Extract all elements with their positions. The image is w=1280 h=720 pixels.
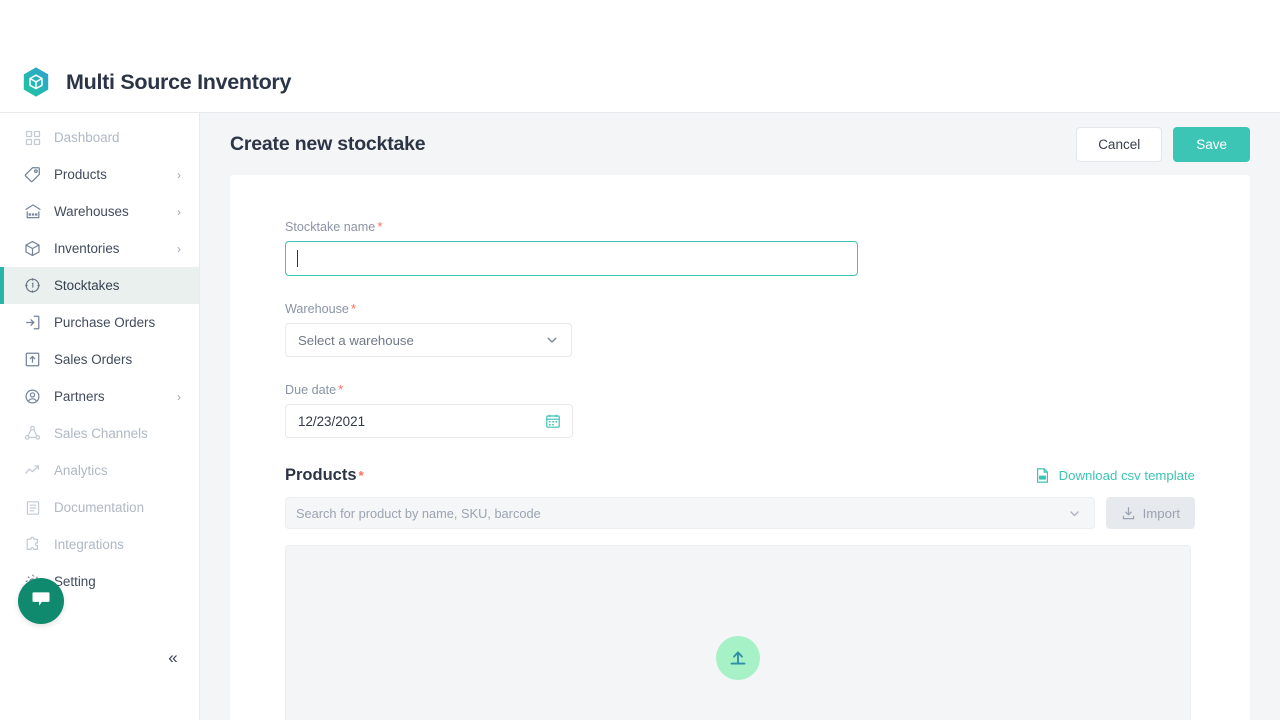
chevron-right-icon: ›: [177, 167, 181, 182]
products-section-header: Products * Download csv template: [285, 466, 1195, 485]
warehouse-select[interactable]: Select a warehouse: [285, 323, 572, 357]
page-header: Create new stocktake Cancel Save: [200, 113, 1280, 175]
save-button[interactable]: Save: [1173, 126, 1250, 162]
required-asterisk: *: [377, 219, 383, 234]
sidebar-item-documentation[interactable]: Documentation: [0, 489, 199, 526]
page-title: Create new stocktake: [230, 132, 426, 155]
document-icon: [23, 498, 42, 517]
download-csv-template-link[interactable]: Download csv template: [1034, 467, 1195, 484]
sidebar-collapse-button[interactable]: «: [159, 644, 187, 672]
warehouse-label: Warehouse *: [285, 301, 356, 316]
stocktake-icon: [23, 276, 42, 295]
form-card: Stocktake name * Warehouse * Select a ware…: [230, 175, 1250, 720]
chevron-right-icon: ›: [177, 389, 181, 404]
sidebar-item-label: Inventories: [54, 241, 120, 256]
sidebar: Dashboard Products › Warehouses › Invent…: [0, 113, 200, 720]
stocktake-name-field: Stocktake name *: [285, 219, 1195, 276]
upload-circle-icon: [716, 636, 760, 680]
sidebar-item-label: Stocktakes: [54, 278, 120, 293]
sidebar-item-partners[interactable]: Partners ›: [0, 378, 199, 415]
sidebar-item-analytics[interactable]: Analytics: [0, 452, 199, 489]
sidebar-nav: Dashboard Products › Warehouses › Invent…: [0, 113, 199, 600]
sidebar-item-label: Purchase Orders: [54, 315, 156, 330]
puzzle-icon: [23, 535, 42, 554]
product-search-input[interactable]: Search for product by name, SKU, barcode: [285, 497, 1095, 529]
import-upload-icon: [1121, 506, 1136, 521]
cancel-button[interactable]: Cancel: [1076, 126, 1163, 162]
product-dropzone[interactable]: [285, 545, 1191, 720]
stocktake-name-label: Stocktake name *: [285, 219, 383, 234]
user-circle-icon: [23, 387, 42, 406]
sidebar-item-products[interactable]: Products ›: [0, 156, 199, 193]
sidebar-item-label: Setting: [54, 574, 96, 589]
upload-box-icon: [23, 350, 42, 369]
import-button[interactable]: Import: [1105, 497, 1195, 529]
calendar-icon[interactable]: [545, 413, 561, 429]
sidebar-item-dashboard[interactable]: Dashboard: [0, 119, 199, 156]
box-icon: [23, 239, 42, 258]
login-arrow-icon: [23, 313, 42, 332]
sidebar-item-label: Warehouses: [54, 204, 129, 219]
sidebar-item-label: Sales Channels: [54, 426, 148, 441]
sidebar-item-label: Products: [54, 167, 107, 182]
sidebar-item-sales-orders[interactable]: Sales Orders: [0, 341, 199, 378]
chevron-right-icon: ›: [177, 204, 181, 219]
trend-up-icon: [23, 461, 42, 480]
sidebar-item-label: Sales Orders: [54, 352, 133, 367]
sidebar-item-purchase-orders[interactable]: Purchase Orders: [0, 304, 199, 341]
warehouse-selected-value: Select a warehouse: [298, 332, 414, 348]
chevron-right-icon: ›: [177, 241, 181, 256]
required-asterisk: *: [350, 301, 356, 316]
download-csv-template-label: Download csv template: [1058, 468, 1195, 483]
top-bar: Multi Source Inventory: [0, 52, 1280, 113]
csv-file-icon: [1034, 467, 1051, 484]
chat-widget-button[interactable]: [18, 578, 64, 624]
stocktake-name-input[interactable]: [285, 241, 858, 276]
sidebar-item-warehouses[interactable]: Warehouses ›: [0, 193, 199, 230]
brand-title: Multi Source Inventory: [66, 69, 292, 94]
cube-hexagon-logo-icon[interactable]: [20, 66, 52, 98]
sidebar-item-label: Documentation: [54, 500, 145, 515]
sidebar-item-label: Integrations: [54, 537, 124, 552]
sidebar-item-label: Partners: [54, 389, 105, 404]
due-date-input[interactable]: 12/23/2021: [285, 404, 573, 438]
grid-icon: [23, 128, 42, 147]
sidebar-item-label: Analytics: [54, 463, 108, 478]
warehouse-field: Warehouse * Select a warehouse: [285, 301, 1195, 357]
chat-bubble-icon: [30, 588, 52, 615]
product-search-row: Search for product by name, SKU, barcode…: [285, 497, 1195, 529]
due-date-field: Due date * 12/23/2021: [285, 382, 1195, 438]
chevron-down-icon[interactable]: [1068, 507, 1081, 520]
sidebar-item-label: Dashboard: [54, 130, 120, 145]
due-date-label: Due date *: [285, 382, 344, 397]
chevron-down-icon: [545, 333, 559, 347]
products-title: Products *: [285, 466, 364, 484]
required-asterisk: *: [338, 382, 344, 397]
product-search-placeholder: Search for product by name, SKU, barcode: [296, 505, 541, 521]
due-date-value: 12/23/2021: [298, 413, 366, 429]
sidebar-item-integrations[interactable]: Integrations: [0, 526, 199, 563]
tag-icon: [23, 165, 42, 184]
header-actions: Cancel Save: [1076, 126, 1250, 162]
required-asterisk: *: [358, 468, 364, 483]
app-root: Multi Source Inventory Dashboard Product…: [0, 0, 1280, 720]
text-cursor: [297, 250, 298, 267]
main-content: Create new stocktake Cancel Save Stockta…: [200, 113, 1280, 720]
sidebar-item-sales-channels[interactable]: Sales Channels: [0, 415, 199, 452]
sidebar-item-stocktakes[interactable]: Stocktakes: [0, 267, 199, 304]
warehouse-icon: [23, 202, 42, 221]
sidebar-item-inventories[interactable]: Inventories ›: [0, 230, 199, 267]
share-nodes-icon: [23, 424, 42, 443]
import-label: Import: [1142, 505, 1180, 521]
